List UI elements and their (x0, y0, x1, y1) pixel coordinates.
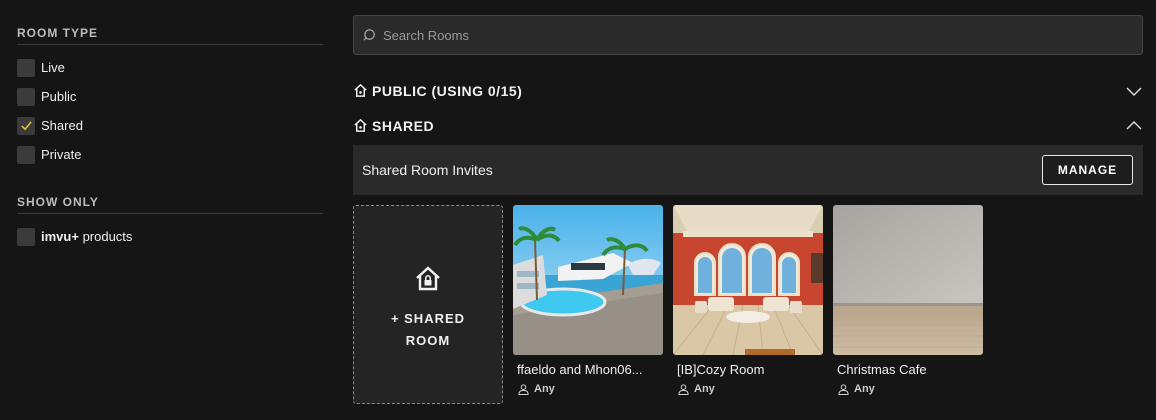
add-room-label: + SHARED ROOM (390, 310, 466, 348)
home-icon (354, 83, 367, 97)
chevron-up-icon[interactable] (1125, 117, 1143, 135)
shared-rooms-grid: + SHARED ROOM ffaeldo and Mhon06... Any … (353, 205, 1143, 404)
invites-title: Shared Room Invites (362, 162, 493, 178)
shared-checkbox[interactable] (17, 116, 35, 135)
search-icon (363, 28, 375, 41)
public-group-header[interactable]: PUBLIC (USING 0/15) (353, 73, 1143, 108)
checkmark-icon (20, 121, 32, 131)
room-type-heading: ROOM TYPE (17, 26, 323, 45)
add-shared-room-button[interactable]: + SHARED ROOM (353, 205, 503, 404)
home-lock-icon (416, 265, 440, 290)
filter-label: Live (41, 60, 65, 75)
room-access: Any (694, 383, 715, 395)
imvu-plus-checkbox[interactable] (17, 227, 35, 246)
room-card[interactable]: ffaeldo and Mhon06... Any (513, 205, 663, 404)
live-checkbox[interactable] (17, 58, 35, 77)
user-icon (678, 383, 689, 395)
shared-invites-bar: Shared Room Invites MANAGE (353, 145, 1143, 195)
filter-shared[interactable]: Shared (17, 111, 323, 140)
filter-live[interactable]: Live (17, 53, 323, 82)
private-checkbox[interactable] (17, 145, 35, 164)
rooms-main: PUBLIC (USING 0/15) SHARED Shared Room I… (353, 15, 1143, 404)
shared-group-header[interactable]: SHARED (353, 108, 1143, 143)
public-checkbox[interactable] (17, 87, 35, 106)
room-thumbnail (673, 205, 823, 355)
public-group-title: PUBLIC (USING 0/15) (372, 82, 523, 99)
shared-group-title: SHARED (372, 117, 435, 134)
search-input[interactable] (383, 27, 1083, 43)
filter-label: Shared (41, 118, 83, 133)
user-icon (518, 383, 529, 395)
filter-label: Private (41, 147, 82, 162)
filter-public[interactable]: Public (17, 82, 323, 111)
filter-sidebar: ROOM TYPE Live Public Shared Private SHO… (17, 26, 323, 251)
home-icon (354, 118, 367, 132)
room-access: Any (534, 383, 555, 395)
filter-label: imvu+ products (41, 229, 132, 244)
room-thumbnail (833, 205, 983, 355)
manage-button[interactable]: MANAGE (1042, 155, 1133, 185)
filter-imvu-plus[interactable]: imvu+ products (17, 222, 323, 251)
products-text: products (82, 229, 133, 244)
room-name: [IB]Cozy Room (677, 362, 765, 377)
room-thumbnail (513, 205, 663, 355)
filter-private[interactable]: Private (17, 140, 323, 169)
room-name: Christmas Cafe (837, 362, 927, 377)
room-card[interactable]: Christmas Cafe Any (833, 205, 983, 404)
room-name: ffaeldo and Mhon06... (517, 362, 643, 377)
user-icon (838, 383, 849, 395)
search-bar[interactable] (353, 15, 1143, 55)
room-access: Any (854, 383, 875, 395)
room-card[interactable]: [IB]Cozy Room Any (673, 205, 823, 404)
chevron-down-icon[interactable] (1125, 82, 1143, 100)
filter-label: Public (41, 89, 77, 104)
imvu-plus-brand: imvu+ (41, 229, 79, 244)
show-only-heading: SHOW ONLY (17, 195, 323, 214)
